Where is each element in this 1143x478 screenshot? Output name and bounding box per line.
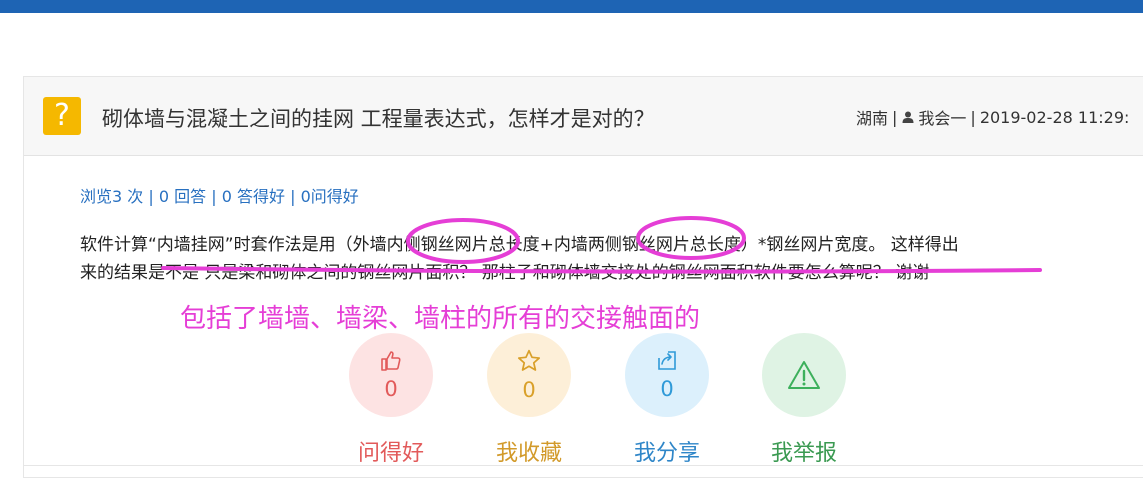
share-circle[interactable]: 0 xyxy=(625,333,709,417)
star-icon xyxy=(517,349,541,371)
favorite-circle[interactable]: 0 xyxy=(487,333,571,417)
section-divider xyxy=(23,465,1143,466)
like-circle[interactable]: 0 xyxy=(349,333,433,417)
region-label: 湖南 xyxy=(856,109,889,128)
view-count: 浏览3 次 xyxy=(80,187,144,206)
report-button[interactable]: 我举报 xyxy=(762,333,846,467)
user-icon xyxy=(902,111,914,123)
meta-separator: | xyxy=(970,107,976,127)
like-count: 0 xyxy=(384,377,398,401)
question-header: ? 砌体墙与混凝土之间的挂网 工程量表达式，怎样才是对的？ 湖南 | 我会一 |… xyxy=(24,77,1143,156)
share-icon xyxy=(658,351,676,370)
helpful-count: 0问得好 xyxy=(300,187,359,206)
top-navigation-bar xyxy=(0,0,1143,13)
good-answer-count: 0 答得好 xyxy=(221,187,285,206)
favorite-button[interactable]: 0 我收藏 xyxy=(487,333,571,467)
share-count: 0 xyxy=(660,377,674,401)
question-meta: 湖南 | 我会一 | 2019-02-28 11:29: xyxy=(856,105,1129,129)
report-label[interactable]: 我举报 xyxy=(762,435,846,467)
favorite-label[interactable]: 我收藏 xyxy=(487,435,571,467)
body-line: 软件计算“内墙挂网”时套作法是用（外墙内侧钢丝网片总长度+内墙两侧钢丝网片总长度… xyxy=(80,235,959,255)
question-stats: 浏览3 次 | 0 回答 | 0 答得好 | 0问得好 xyxy=(80,187,359,206)
body-line: 来的结果是不是 只是梁和砌体之间的钢丝网片面积？ 那柱子和砌体墙交接处的钢丝网面… xyxy=(80,263,930,283)
author-link[interactable]: 我会一 xyxy=(918,105,966,129)
question-body: 软件计算“内墙挂网”时套作法是用（外墙内侧钢丝网片总长度+内墙两侧钢丝网片总长度… xyxy=(80,231,1140,287)
share-label[interactable]: 我分享 xyxy=(625,435,709,467)
question-mark-icon: ? xyxy=(43,97,81,135)
handwritten-note: 包括了墙墙、墙梁、墙柱的所有的交接触面的 xyxy=(180,304,701,334)
favorite-count: 0 xyxy=(522,378,536,402)
meta-separator: | xyxy=(892,107,898,127)
thumbs-up-icon xyxy=(381,351,401,371)
warning-icon xyxy=(788,361,820,389)
like-question-button[interactable]: 0 问得好 xyxy=(349,333,433,467)
post-datetime: 2019-02-28 11:29: xyxy=(979,107,1130,127)
share-button[interactable]: 0 我分享 xyxy=(625,333,709,467)
like-label[interactable]: 问得好 xyxy=(349,435,433,467)
answer-count-link[interactable]: 0 回答 xyxy=(159,187,206,206)
action-buttons: 0 问得好 0 我收藏 0 我分享 我举报 xyxy=(349,333,869,468)
question-title: 砌体墙与混凝土之间的挂网 工程量表达式，怎样才是对的？ xyxy=(102,107,655,131)
report-circle[interactable] xyxy=(762,333,846,417)
